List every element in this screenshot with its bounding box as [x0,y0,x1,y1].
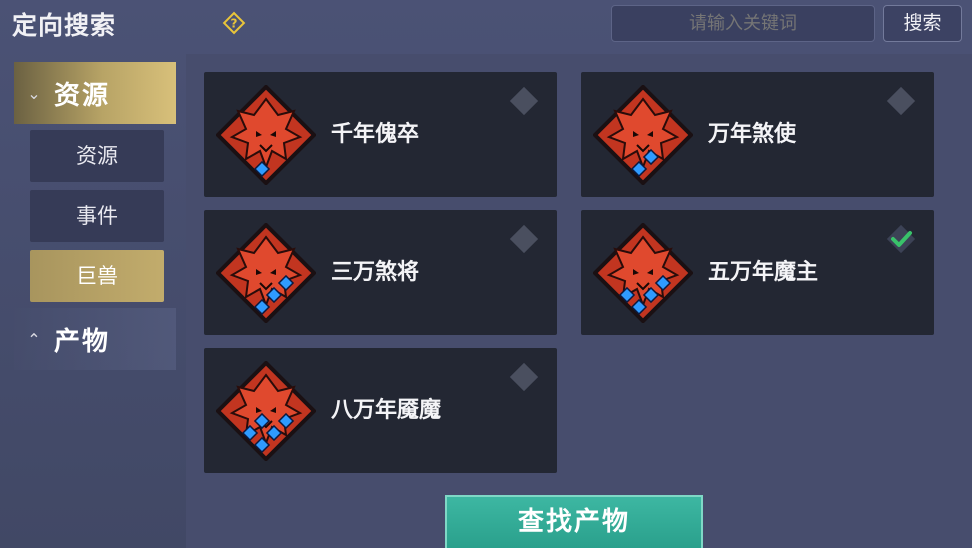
category-resources[interactable]: ⌄ 资源 [14,62,176,124]
unchecked-diamond-icon[interactable] [507,360,541,394]
beast-emblem-icon [593,223,693,323]
category-label: 产物 [54,326,111,357]
beast-name: 万年煞使 [708,122,797,147]
find-products-button[interactable]: 查找产物 [445,495,703,548]
unchecked-diamond-icon[interactable] [884,84,918,118]
checkmark-icon[interactable] [884,222,918,256]
header-bar: 定向搜索 ? 搜索 [0,0,972,46]
subitem-resources[interactable]: 资源 [30,130,164,182]
category-sidebar: ⌄ 资源 资源 事件 巨兽 ⌃ 产物 [14,58,180,548]
search-input[interactable] [611,5,875,42]
svg-text:?: ? [231,17,238,31]
beast-emblem-icon [216,361,316,461]
subitem-events[interactable]: 事件 [30,190,164,242]
unchecked-diamond-icon[interactable] [507,222,541,256]
beast-card[interactable]: 八万年魇魔 [204,348,557,473]
chevron-down-icon: ⌄ [27,83,41,103]
beast-card[interactable]: 五万年魔主 [581,210,934,335]
unchecked-diamond-icon[interactable] [507,84,541,118]
beast-emblem-icon [216,85,316,185]
beast-name: 三万煞将 [331,260,420,285]
search-button[interactable]: 搜索 [883,5,962,42]
chevron-up-icon: ⌃ [27,329,41,349]
beast-name: 千年傀卒 [331,122,420,147]
page-title: 定向搜索 [12,11,117,40]
beast-card[interactable]: 千年傀卒 [204,72,557,197]
category-label: 资源 [54,80,111,111]
subitem-beasts[interactable]: 巨兽 [30,250,164,302]
beast-card[interactable]: 万年煞使 [581,72,934,197]
beast-emblem-icon [593,85,693,185]
beast-emblem-icon [216,223,316,323]
beast-card[interactable]: 三万煞将 [204,210,557,335]
help-icon[interactable]: ? [222,11,246,35]
category-products[interactable]: ⌃ 产物 [14,308,176,370]
beast-name: 八万年魇魔 [331,398,442,423]
beast-name: 五万年魔主 [708,260,819,285]
